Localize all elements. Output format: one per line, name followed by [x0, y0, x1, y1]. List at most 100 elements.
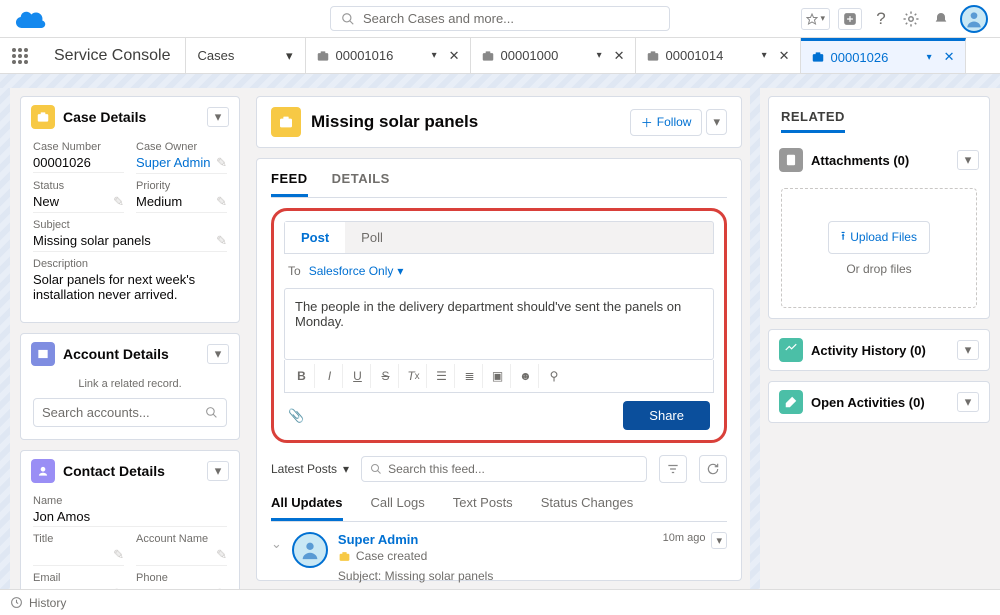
composer-textarea[interactable]: The people in the delivery department sh…: [284, 288, 714, 360]
account-icon: [31, 342, 55, 366]
card-menu-button[interactable]: ▾: [207, 344, 229, 364]
image-button[interactable]: ▣: [485, 364, 511, 388]
chevron-down-icon[interactable]: ▾: [762, 50, 767, 61]
follow-button[interactable]: ＋Follow: [630, 109, 703, 136]
follow-menu[interactable]: ▾: [706, 109, 727, 135]
workspace-tab-2[interactable]: 00001000 ▾ ✕: [471, 38, 636, 73]
card-menu-button[interactable]: ▾: [957, 150, 979, 170]
card-menu-button[interactable]: ▾: [957, 392, 979, 412]
clear-format-button[interactable]: Tx: [401, 364, 427, 388]
card-menu-button[interactable]: ▾: [207, 461, 229, 481]
case-owner-link[interactable]: Super Admin✎: [136, 155, 227, 174]
sort-dropdown[interactable]: Latest Posts ▾: [271, 462, 349, 476]
refresh-button[interactable]: [699, 455, 727, 483]
search-placeholder: Search accounts...: [42, 405, 150, 420]
card-menu-button[interactable]: ▾: [957, 340, 979, 360]
edit-icon[interactable]: ✎: [216, 233, 227, 249]
help-icon[interactable]: ?: [870, 8, 892, 30]
card-menu-button[interactable]: ▾: [207, 107, 229, 127]
upload-dropzone[interactable]: ⭱Upload Files Or drop files: [781, 188, 977, 308]
chevron-down-icon[interactable]: ▾: [432, 50, 437, 61]
feed-detail-tabs: FEED DETAILS: [271, 159, 727, 198]
close-icon[interactable]: ✕: [779, 48, 790, 64]
workspace-tab-4-active[interactable]: 00001026 ▾ ✕: [801, 38, 966, 73]
global-search[interactable]: Search Cases and more...: [330, 6, 670, 31]
status-value: New✎: [33, 194, 124, 213]
app-launcher-icon[interactable]: [0, 38, 40, 73]
edit-icon[interactable]: ✎: [216, 155, 227, 171]
user-avatar[interactable]: [960, 5, 988, 33]
filter-text-posts[interactable]: Text Posts: [453, 495, 513, 521]
chevron-down-icon[interactable]: ▾: [927, 52, 932, 63]
attach-icon[interactable]: 📎: [288, 408, 304, 424]
filter-call-logs[interactable]: Call Logs: [371, 495, 425, 521]
close-icon[interactable]: ✕: [614, 48, 625, 64]
workspace-tab-3[interactable]: 00001014 ▾ ✕: [636, 38, 801, 73]
edit-icon[interactable]: ✎: [216, 194, 227, 210]
chevron-down-icon[interactable]: ▾: [597, 50, 602, 61]
edit-icon[interactable]: ✎: [216, 586, 227, 589]
contact-details-title: Contact Details: [63, 463, 207, 479]
tab-feed[interactable]: FEED: [271, 171, 308, 197]
case-details-card: Case Details ▾ Case Number00001026 Case …: [20, 96, 240, 323]
composer-text: The people in the delivery department sh…: [295, 299, 681, 329]
workspace-tab-1[interactable]: 00001016 ▾ ✕: [306, 38, 471, 73]
priority-value: Medium✎: [136, 194, 227, 213]
open-activities-card: Open Activities (0) ▾: [768, 381, 990, 423]
global-header: Search Cases and more... ▾ ?: [0, 0, 1000, 38]
app-name: Service Console: [40, 38, 186, 73]
italic-button[interactable]: I: [317, 364, 343, 388]
feed-item-menu[interactable]: ▾: [711, 532, 727, 549]
expand-icon[interactable]: ⌄: [271, 536, 282, 583]
setup-gear-icon[interactable]: [900, 8, 922, 30]
highlight-callout: Post Poll To Salesforce Only ▾ The peopl…: [271, 208, 727, 443]
field-label: Case Number: [33, 141, 124, 153]
tab-poll[interactable]: Poll: [345, 222, 399, 253]
upload-files-button[interactable]: ⭱Upload Files: [828, 221, 930, 254]
contact-email-value: ✎: [33, 586, 124, 589]
audience-selector[interactable]: Salesforce Only ▾: [309, 264, 404, 278]
share-button[interactable]: Share: [623, 401, 710, 430]
edit-icon[interactable]: ✎: [113, 194, 124, 210]
strike-button[interactable]: S: [373, 364, 399, 388]
contact-account-value: ✎: [136, 547, 227, 566]
search-accounts-input[interactable]: Search accounts...: [33, 398, 227, 427]
edit-icon[interactable]: ✎: [216, 547, 227, 563]
tab-details[interactable]: DETAILS: [332, 171, 390, 197]
description-value: Solar panels for next week's installatio…: [33, 272, 227, 304]
numbered-list-button[interactable]: ≣: [457, 364, 483, 388]
filter-all-updates[interactable]: All Updates: [271, 495, 343, 521]
edit-icon[interactable]: ✎: [113, 586, 124, 589]
record-title: Missing solar panels: [311, 112, 630, 132]
search-icon: [370, 463, 382, 475]
case-icon: [31, 105, 55, 129]
mention-button[interactable]: ⚲: [541, 364, 567, 388]
salesforce-logo: [12, 7, 50, 31]
bullet-list-button[interactable]: ☰: [429, 364, 455, 388]
right-sidebar: RELATED Attachments (0) ▾ ⭱Upload Files …: [760, 88, 1000, 589]
emoji-button[interactable]: ☻: [513, 364, 539, 388]
mid-pattern: [750, 88, 760, 589]
history-button[interactable]: History: [29, 596, 66, 610]
feed-author-link[interactable]: Super Admin: [338, 532, 493, 547]
feed-search[interactable]: Search this feed...: [361, 456, 647, 482]
composer-tabs: Post Poll: [284, 221, 714, 254]
tab-post[interactable]: Post: [285, 222, 345, 253]
add-button[interactable]: [838, 8, 862, 30]
filter-status-changes[interactable]: Status Changes: [541, 495, 634, 521]
favorites-button[interactable]: ▾: [801, 8, 830, 30]
field-label: Email: [33, 572, 124, 584]
filter-button[interactable]: [659, 455, 687, 483]
nav-cases[interactable]: Cases ▾: [186, 38, 306, 73]
notifications-icon[interactable]: [930, 8, 952, 30]
case-icon: [338, 550, 351, 563]
close-icon[interactable]: ✕: [449, 48, 460, 64]
field-label: Account Name: [136, 533, 227, 545]
clock-icon: [10, 596, 23, 609]
account-details-card: Account Details ▾ Link a related record.…: [20, 333, 240, 440]
edit-icon[interactable]: ✎: [113, 547, 124, 563]
underline-button[interactable]: U: [345, 364, 371, 388]
header-actions: ▾ ?: [801, 5, 988, 33]
bold-button[interactable]: B: [289, 364, 315, 388]
close-icon[interactable]: ✕: [944, 49, 955, 65]
